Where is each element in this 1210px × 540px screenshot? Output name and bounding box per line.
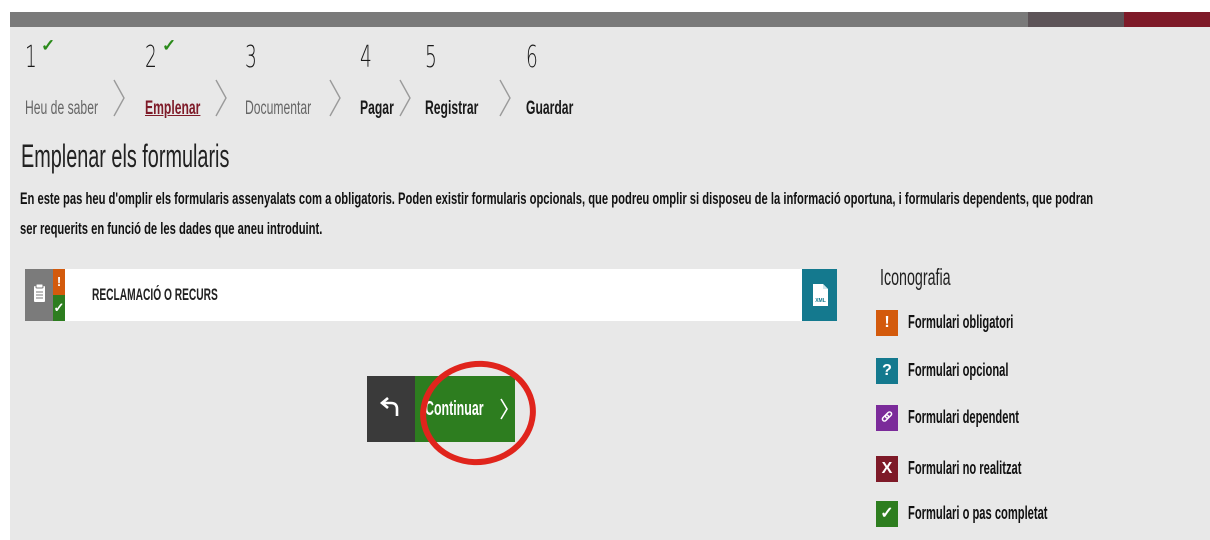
top-bar-accent [1124,12,1210,27]
step-label: Emplenar [145,98,201,119]
question-icon: ? [876,358,898,384]
completed-check-icon: ✓ [53,295,65,321]
page-title: Emplenar els formularis [21,138,230,174]
legend-label: Formulari no realitzat [908,458,1022,478]
step-documentar[interactable]: 3 Documentar [245,30,335,130]
page-description: En este pas heu d'omplir els formularis … [20,189,1094,238]
clipboard-icon [25,269,53,321]
main-panel: 1 ✓ Heu de saber 2 ✓ Emplenar 3 Document… [10,12,1210,540]
form-name[interactable]: RECLAMACIÓ O RECURS [92,285,218,305]
step-separator-chevron-icon [329,79,341,117]
back-button[interactable] [367,376,415,442]
legend-item-optional: ? Formulari opcional [876,358,1196,384]
legend-item-required: ! Formulari obligatori [876,310,1196,336]
legend-item-completed: ✓ Formulari o pas completat [876,501,1196,527]
xml-file-icon[interactable]: XML [802,269,837,321]
form-row[interactable]: ! ✓ RECLAMACIÓ O RECURS XML [25,269,837,321]
step-separator-chevron-icon [215,79,227,117]
step-label: Guardar [526,98,574,119]
highlight-ring [413,353,543,473]
legend-title: Iconografia [880,264,951,290]
required-exclamation-icon: ! [53,269,65,295]
step-number: 4 [360,40,372,75]
step-label: Heu de saber [25,98,99,119]
step-completed-check-icon: ✓ [41,36,56,55]
step-emplenar[interactable]: 2 ✓ Emplenar [145,30,225,130]
step-completed-check-icon: ✓ [162,36,177,55]
step-number: 2 [145,40,157,75]
cross-icon: X [876,456,898,482]
xml-label: XML [815,298,826,304]
legend-label: Formulari obligatori [908,312,1014,332]
step-registrar[interactable]: 5 Registrar [425,30,485,130]
step-number: 3 [245,40,257,75]
step-label: Documentar [245,98,312,119]
legend-label: Formulari opcional [908,360,1009,380]
step-number: 6 [526,40,538,75]
legend-label: Formulari o pas completat [908,503,1048,523]
step-label: Registrar [425,98,479,119]
legend-item-dependent: Formulari dependent [876,405,1196,431]
step-label: Pagar [360,98,394,119]
step-pagar[interactable]: 4 Pagar [360,30,400,130]
step-separator-chevron-icon [113,79,125,117]
undo-arrow-icon [379,397,399,416]
step-separator-chevron-icon [499,79,511,117]
step-heu-de-saber[interactable]: 1 ✓ Heu de saber [25,30,125,130]
top-bar-segment [1028,12,1124,27]
link-icon [876,405,898,431]
legend-label: Formulari dependent [908,407,1019,427]
step-separator-chevron-icon [399,79,411,117]
check-icon: ✓ [876,501,898,527]
step-guardar[interactable]: 6 Guardar [526,30,586,130]
step-number: 5 [425,40,437,75]
exclamation-icon: ! [876,310,898,336]
legend-item-not-done: X Formulari no realitzat [876,456,1196,482]
step-number: 1 [25,40,37,75]
